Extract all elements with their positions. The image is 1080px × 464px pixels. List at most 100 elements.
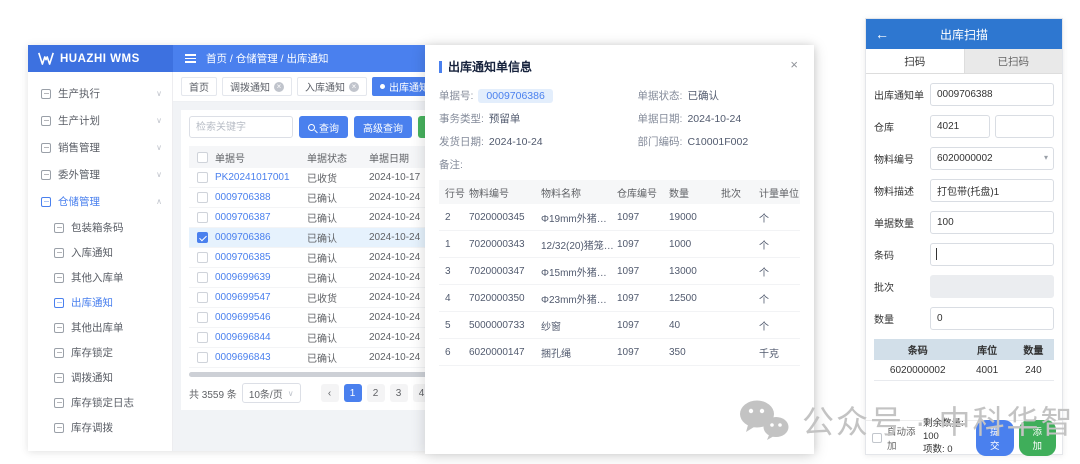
doc-qty-input[interactable] xyxy=(930,211,1054,234)
sidebar-item-label: 生产计划 xyxy=(58,113,100,128)
sidebar-item-production-exec[interactable]: 生产执行 ∨ xyxy=(28,80,172,107)
page-button-2[interactable]: 2 xyxy=(367,384,385,402)
sidebar-item-other-inbound[interactable]: 其他入库单 xyxy=(28,265,172,290)
doc-number-link[interactable]: 0009706387 xyxy=(215,212,307,223)
page-button-1[interactable]: 1 xyxy=(344,384,362,402)
tab-inbound-notice[interactable]: 入库通知 × xyxy=(297,77,367,96)
sidebar-item-inbound-notice[interactable]: 入库通知 xyxy=(28,240,172,265)
material-code-select[interactable] xyxy=(930,147,1054,170)
sidebar-item-sales[interactable]: 销售管理 ∨ xyxy=(28,134,172,161)
chevron-down-icon: ∨ xyxy=(288,389,294,398)
sidebar-item-stock-lock-log[interactable]: 库存锁定日志 xyxy=(28,390,172,415)
submit-button[interactable]: 提交 xyxy=(976,420,1013,456)
doc-number-link[interactable]: PK20241017001 xyxy=(215,172,307,183)
select-all-checkbox[interactable] xyxy=(197,152,208,163)
sidebar-item-production-plan[interactable]: 生产计划 ∨ xyxy=(28,107,172,134)
row-checkbox[interactable] xyxy=(197,252,208,263)
batch-input xyxy=(930,275,1054,298)
doc-status: 已确认 xyxy=(307,330,369,345)
row-checkbox[interactable] xyxy=(197,292,208,303)
back-arrow-icon[interactable]: ← xyxy=(875,19,889,49)
col-material-code: 物料编号 xyxy=(469,185,541,200)
row-checkbox[interactable] xyxy=(197,232,208,243)
search-button[interactable]: 查询 xyxy=(299,116,348,138)
add-scan-button[interactable]: 添加 xyxy=(1019,420,1056,456)
sidebar-item-outbound-notice[interactable]: 出库通知 xyxy=(28,290,172,315)
doc-status: 已确认 xyxy=(307,250,369,265)
app-logo-text: HUAZHI WMS xyxy=(60,53,140,65)
doc-number-link[interactable]: 0009706386 xyxy=(215,232,307,243)
material-desc-input[interactable] xyxy=(930,179,1054,202)
modal-table-row[interactable]: 1 7020000343 12/32(20)猪笼… 1097 1000 个 xyxy=(439,231,800,258)
doc-number-link[interactable]: 0009696844 xyxy=(215,332,307,343)
sidebar-item-warehouse[interactable]: 仓储管理 ∧ xyxy=(28,188,172,215)
barcode-input[interactable] xyxy=(930,243,1054,266)
sidebar-item-stock-transfer[interactable]: 库存调拨 xyxy=(28,415,172,440)
dropdown-caret-icon[interactable]: ▾ xyxy=(1044,153,1048,162)
qty-input[interactable] xyxy=(930,307,1054,330)
doc-number-link[interactable]: 0009699546 xyxy=(215,312,307,323)
modal-table-row[interactable]: 5 5000000733 纱窗 1097 40 个 xyxy=(439,312,800,339)
material-desc-label: 物料描述 xyxy=(874,183,930,198)
sidebar-item-stock-lock[interactable]: 库存锁定 xyxy=(28,340,172,365)
doc-number-link[interactable]: 0009706388 xyxy=(215,192,307,203)
sidebar-item-label: 仓储管理 xyxy=(58,194,100,209)
scanned-table-row[interactable]: 6020000002 4001 240 xyxy=(874,360,1054,381)
doc-number-link[interactable]: 0009696843 xyxy=(215,352,307,363)
sales-icon xyxy=(41,143,51,153)
tab-home[interactable]: 首页 xyxy=(181,77,217,96)
app-logo: HUAZHI WMS xyxy=(28,45,173,72)
close-icon[interactable]: × xyxy=(349,82,359,92)
scan-footer: 自动添加 剩余数量: 100 项数: 0 提交 添加 xyxy=(866,420,1062,454)
col-doc-number: 单据号 xyxy=(215,150,307,165)
menu-collapse-icon[interactable] xyxy=(185,54,196,63)
col-material-name: 物料名称 xyxy=(541,185,617,200)
row-checkbox[interactable] xyxy=(197,212,208,223)
row-checkbox[interactable] xyxy=(197,272,208,283)
row-checkbox[interactable] xyxy=(197,312,208,323)
close-icon[interactable]: × xyxy=(274,82,284,92)
doc-number-link[interactable]: 0009706385 xyxy=(215,252,307,263)
row-checkbox[interactable] xyxy=(197,172,208,183)
modal-table-row[interactable]: 4 7020000350 Φ23mm外猪… 1097 12500 个 xyxy=(439,285,800,312)
tab-label: 首页 xyxy=(189,79,209,94)
sidebar-item-outsourcing[interactable]: 委外管理 ∨ xyxy=(28,161,172,188)
other-outbound-icon xyxy=(54,323,64,333)
lock-log-icon xyxy=(54,398,64,408)
row-checkbox[interactable] xyxy=(197,192,208,203)
advanced-search-button[interactable]: 高级查询 xyxy=(354,116,412,138)
warehouse-sub-input[interactable] xyxy=(995,115,1055,138)
tab-scanned[interactable]: 已扫码 xyxy=(965,49,1063,73)
row-checkbox[interactable] xyxy=(197,332,208,343)
doc-number-link[interactable]: 0009699639 xyxy=(215,272,307,283)
chevron-down-icon: ∨ xyxy=(156,89,162,98)
search-input[interactable] xyxy=(189,116,293,138)
chevron-down-icon: ∨ xyxy=(156,143,162,152)
remaining-qty: 剩余数量: 100 xyxy=(923,418,964,442)
auto-add-checkbox[interactable] xyxy=(872,433,882,443)
doc-status: 已确认 xyxy=(307,230,369,245)
scan-header: ← 出库扫描 xyxy=(866,19,1062,49)
title-accent-bar xyxy=(439,61,442,73)
tab-scan[interactable]: 扫码 xyxy=(866,49,965,73)
doc-number-chip[interactable]: 0009706386 xyxy=(478,89,552,103)
warehouse-input[interactable] xyxy=(930,115,990,138)
doc-number-link[interactable]: 0009699547 xyxy=(215,292,307,303)
doc-status: 已收货 xyxy=(307,170,369,185)
doc-qty-label: 单据数量 xyxy=(874,215,930,230)
outbound-scan-panel: ← 出库扫描 扫码 已扫码 出库通知单 仓库 物料编号 ▾ 物料描述 xyxy=(865,18,1063,455)
prev-page-button[interactable]: ‹ xyxy=(321,384,339,402)
sidebar-item-box-barcode[interactable]: 包装箱条码 xyxy=(28,215,172,240)
modal-table-row[interactable]: 2 7020000345 Φ19mm外猪… 1097 19000 个 xyxy=(439,204,800,231)
sidebar-item-transfer-notice[interactable]: 调拨通知 xyxy=(28,365,172,390)
breadcrumb: 首页 / 仓储管理 / 出库通知 xyxy=(206,51,329,66)
row-checkbox[interactable] xyxy=(197,352,208,363)
sidebar-item-other-outbound[interactable]: 其他出库单 xyxy=(28,315,172,340)
close-icon[interactable]: × xyxy=(790,58,798,71)
modal-table-row[interactable]: 3 7020000347 Φ15mm外猪… 1097 13000 个 xyxy=(439,258,800,285)
page-button-3[interactable]: 3 xyxy=(390,384,408,402)
tab-transfer-notice[interactable]: 调拨通知 × xyxy=(222,77,292,96)
page-size-select[interactable]: 10条/页 ∨ xyxy=(242,383,301,403)
modal-table-row[interactable]: 6 6020000147 捆孔绳 1097 350 千克 xyxy=(439,339,800,366)
outbound-notice-input[interactable] xyxy=(930,83,1054,106)
